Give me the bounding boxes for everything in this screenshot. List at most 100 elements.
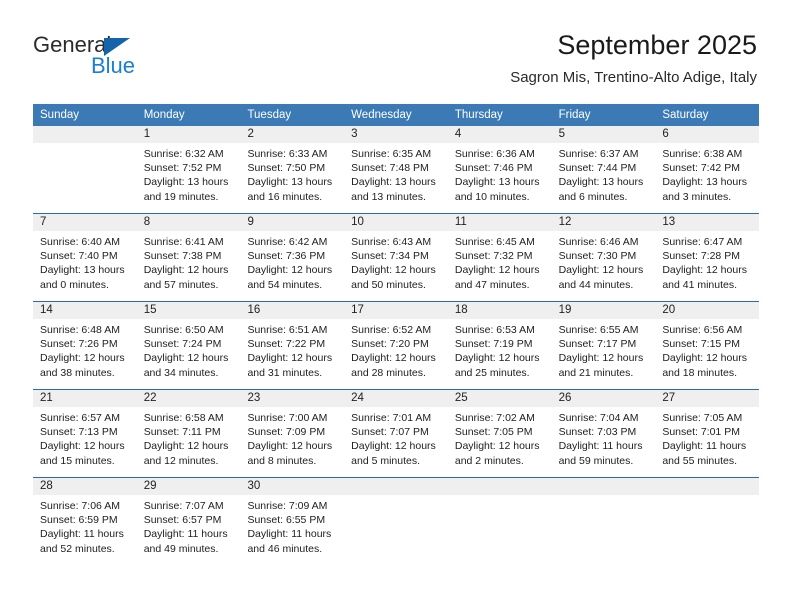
- sunset-text: Sunset: 7:44 PM: [558, 162, 637, 175]
- sunrise-text: Sunrise: 7:09 AM: [247, 500, 328, 512]
- calendar-page: General Blue September 2025 Sagron Mis, …: [0, 0, 792, 612]
- calendar-day-cell[interactable]: 10 Sunrise: 6:43 AM Sunset: 7:34 PM Dayl…: [344, 214, 448, 301]
- day-details: Sunrise: 6:43 AM Sunset: 7:34 PM Dayligh…: [344, 231, 448, 292]
- day-number: 11: [447, 214, 552, 231]
- calendar-day-cell[interactable]: 30 Sunrise: 7:09 AM Sunset: 6:55 PM Dayl…: [240, 478, 345, 558]
- day-details: Sunrise: 7:06 AM Sunset: 6:59 PM Dayligh…: [33, 495, 137, 556]
- calendar-day-cell[interactable]: 18 Sunrise: 6:53 AM Sunset: 7:19 PM Dayl…: [447, 302, 552, 389]
- daylight-text-line1: Daylight: 12 hours: [40, 352, 125, 365]
- sunrise-text: Sunrise: 6:58 AM: [143, 412, 224, 424]
- calendar-day-cell[interactable]: 5 Sunrise: 6:37 AM Sunset: 7:44 PM Dayli…: [551, 126, 656, 213]
- sunrise-text: Sunrise: 6:43 AM: [351, 236, 432, 248]
- day-details: Sunrise: 7:02 AM Sunset: 7:05 PM Dayligh…: [448, 407, 552, 468]
- day-number: 4: [447, 126, 552, 143]
- calendar-day-cell[interactable]: 17 Sunrise: 6:52 AM Sunset: 7:20 PM Dayl…: [344, 302, 448, 389]
- calendar-day-cell[interactable]: 29 Sunrise: 7:07 AM Sunset: 6:57 PM Dayl…: [136, 478, 241, 558]
- calendar-day-cell[interactable]: 2 Sunrise: 6:33 AM Sunset: 7:50 PM Dayli…: [240, 126, 345, 213]
- calendar-day-cell[interactable]: 3 Sunrise: 6:35 AM Sunset: 7:48 PM Dayli…: [344, 126, 448, 213]
- calendar-day-cell[interactable]: [33, 126, 137, 213]
- calendar-day-cell[interactable]: 8 Sunrise: 6:41 AM Sunset: 7:38 PM Dayli…: [136, 214, 241, 301]
- calendar-day-cell[interactable]: 4 Sunrise: 6:36 AM Sunset: 7:46 PM Dayli…: [447, 126, 552, 213]
- sunrise-text: Sunrise: 6:46 AM: [558, 236, 639, 248]
- sunset-text: Sunset: 7:36 PM: [247, 250, 326, 263]
- day-details: Sunrise: 7:07 AM Sunset: 6:57 PM Dayligh…: [137, 495, 241, 556]
- sunrise-text: Sunrise: 6:41 AM: [143, 236, 224, 248]
- calendar-day-cell[interactable]: 16 Sunrise: 6:51 AM Sunset: 7:22 PM Dayl…: [240, 302, 345, 389]
- calendar-day-cell[interactable]: 14 Sunrise: 6:48 AM Sunset: 7:26 PM Dayl…: [33, 302, 137, 389]
- day-number: [551, 478, 656, 495]
- daylight-text-line1: Daylight: 11 hours: [558, 440, 643, 453]
- calendar-day-cell[interactable]: 6 Sunrise: 6:38 AM Sunset: 7:42 PM Dayli…: [655, 126, 760, 213]
- calendar-day-cell[interactable]: 24 Sunrise: 7:01 AM Sunset: 7:07 PM Dayl…: [344, 390, 448, 477]
- calendar-day-cell[interactable]: 11 Sunrise: 6:45 AM Sunset: 7:32 PM Dayl…: [447, 214, 552, 301]
- calendar-day-cell[interactable]: 23 Sunrise: 7:00 AM Sunset: 7:09 PM Dayl…: [240, 390, 345, 477]
- daylight-text-line1: Daylight: 12 hours: [247, 352, 333, 365]
- sunset-text: Sunset: 7:19 PM: [454, 338, 533, 351]
- calendar-day-cell[interactable]: 19 Sunrise: 6:55 AM Sunset: 7:17 PM Dayl…: [551, 302, 656, 389]
- sunrise-text: Sunrise: 6:47 AM: [662, 236, 743, 248]
- calendar-day-cell[interactable]: 21 Sunrise: 6:57 AM Sunset: 7:13 PM Dayl…: [33, 390, 137, 477]
- sunset-text: Sunset: 7:28 PM: [662, 250, 740, 263]
- day-details: [448, 495, 552, 499]
- calendar-day-cell[interactable]: 15 Sunrise: 6:50 AM Sunset: 7:24 PM Dayl…: [136, 302, 241, 389]
- calendar-day-cell[interactable]: 7 Sunrise: 6:40 AM Sunset: 7:40 PM Dayli…: [33, 214, 137, 301]
- calendar-day-cell[interactable]: 26 Sunrise: 7:04 AM Sunset: 7:03 PM Dayl…: [551, 390, 656, 477]
- calendar-day-cell[interactable]: [655, 478, 760, 558]
- day-details: Sunrise: 6:48 AM Sunset: 7:26 PM Dayligh…: [33, 319, 137, 380]
- daylight-text-line1: Daylight: 12 hours: [351, 264, 436, 277]
- calendar-day-cell[interactable]: 9 Sunrise: 6:42 AM Sunset: 7:36 PM Dayli…: [240, 214, 345, 301]
- sunset-text: Sunset: 7:50 PM: [247, 162, 326, 175]
- daylight-text-line1: Daylight: 11 hours: [143, 528, 228, 541]
- day-number: 12: [551, 214, 656, 231]
- daylight-text-line1: Daylight: 11 hours: [40, 528, 124, 541]
- calendar-day-cell[interactable]: 28 Sunrise: 7:06 AM Sunset: 6:59 PM Dayl…: [33, 478, 137, 558]
- day-number: 19: [551, 302, 656, 319]
- daylight-text-line1: Daylight: 13 hours: [40, 264, 125, 277]
- calendar-day-cell[interactable]: 13 Sunrise: 6:47 AM Sunset: 7:28 PM Dayl…: [655, 214, 760, 301]
- sunset-text: Sunset: 7:09 PM: [247, 426, 326, 439]
- day-number: 28: [33, 478, 137, 495]
- sunset-text: Sunset: 7:03 PM: [558, 426, 637, 439]
- sunrise-text: Sunrise: 6:53 AM: [454, 324, 535, 336]
- sunrise-text: Sunrise: 6:45 AM: [454, 236, 535, 248]
- daylight-text-line1: Daylight: 12 hours: [662, 352, 747, 365]
- day-details: Sunrise: 6:42 AM Sunset: 7:36 PM Dayligh…: [240, 231, 344, 292]
- daylight-text-line2: and 15 minutes.: [40, 454, 115, 467]
- daylight-text-line2: and 55 minutes.: [662, 454, 738, 467]
- calendar-day-cell[interactable]: 12 Sunrise: 6:46 AM Sunset: 7:30 PM Dayl…: [551, 214, 656, 301]
- calendar-day-cell[interactable]: 1 Sunrise: 6:32 AM Sunset: 7:52 PM Dayli…: [136, 126, 241, 213]
- calendar-day-cell[interactable]: 20 Sunrise: 6:56 AM Sunset: 7:15 PM Dayl…: [655, 302, 760, 389]
- calendar-day-cell[interactable]: 25 Sunrise: 7:02 AM Sunset: 7:05 PM Dayl…: [447, 390, 552, 477]
- weekday-tuesday: Tuesday: [247, 109, 292, 121]
- daylight-text-line2: and 41 minutes.: [662, 278, 738, 291]
- sunset-text: Sunset: 7:46 PM: [454, 162, 533, 175]
- weekday-wednesday: Wednesday: [351, 109, 412, 121]
- calendar-day-cell[interactable]: [344, 478, 448, 558]
- daylight-text-line1: Daylight: 11 hours: [247, 528, 332, 541]
- sunrise-text: Sunrise: 7:01 AM: [351, 412, 432, 424]
- calendar-day-cell[interactable]: 22 Sunrise: 6:58 AM Sunset: 7:11 PM Dayl…: [136, 390, 241, 477]
- daylight-text-line1: Daylight: 12 hours: [662, 264, 747, 277]
- calendar-day-cell[interactable]: [551, 478, 656, 558]
- day-details: Sunrise: 7:05 AM Sunset: 7:01 PM Dayligh…: [655, 407, 759, 468]
- page-header: General Blue September 2025 Sagron Mis, …: [0, 0, 792, 104]
- day-details: Sunrise: 6:35 AM Sunset: 7:48 PM Dayligh…: [344, 143, 448, 204]
- day-details: Sunrise: 6:40 AM Sunset: 7:40 PM Dayligh…: [33, 231, 137, 292]
- sunset-text: Sunset: 7:11 PM: [143, 426, 221, 439]
- day-details: Sunrise: 6:41 AM Sunset: 7:38 PM Dayligh…: [137, 231, 241, 292]
- day-number: [655, 478, 760, 495]
- day-number: 3: [344, 126, 448, 143]
- day-details: Sunrise: 6:51 AM Sunset: 7:22 PM Dayligh…: [240, 319, 344, 380]
- daylight-text-line1: Daylight: 12 hours: [247, 440, 333, 453]
- calendar-day-cell[interactable]: [447, 478, 552, 558]
- sunset-text: Sunset: 7:17 PM: [558, 338, 637, 351]
- calendar-week-row: 21 Sunrise: 6:57 AM Sunset: 7:13 PM Dayl…: [33, 389, 760, 477]
- calendar-day-cell[interactable]: 27 Sunrise: 7:05 AM Sunset: 7:01 PM Dayl…: [655, 390, 760, 477]
- calendar-week-row: 14 Sunrise: 6:48 AM Sunset: 7:26 PM Dayl…: [33, 301, 760, 389]
- sunrise-text: Sunrise: 6:42 AM: [247, 236, 328, 248]
- day-number: 27: [655, 390, 760, 407]
- sunrise-text: Sunrise: 7:07 AM: [143, 500, 224, 512]
- weekday-sunday: Sunday: [40, 109, 80, 121]
- day-number: 24: [344, 390, 448, 407]
- day-details: Sunrise: 7:04 AM Sunset: 7:03 PM Dayligh…: [552, 407, 656, 468]
